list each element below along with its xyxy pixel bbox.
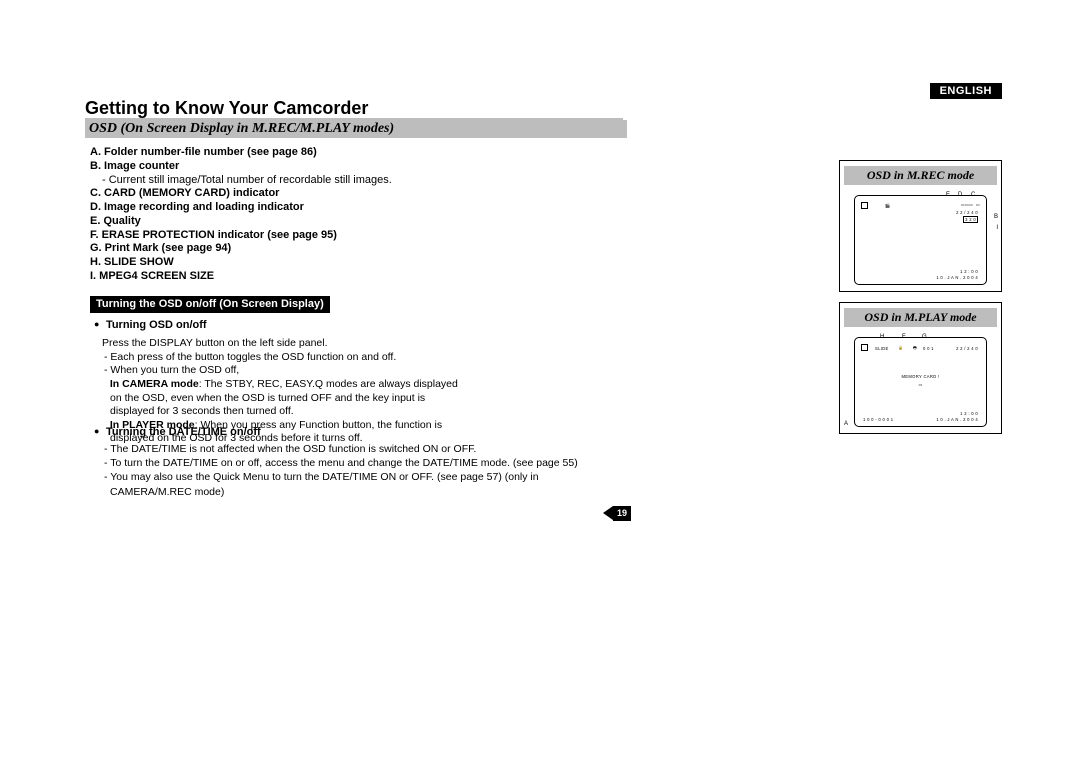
datetime-block: Turning the DATE/TIME on/off - The DATE/… (90, 420, 620, 499)
item-b: B. Image counter (90, 160, 470, 174)
mplay-panel: OSD in M.PLAY mode H F G SLIDE 🔒 🖶 0 0 1… (839, 302, 1002, 434)
mrec-title: OSD in M.REC mode (844, 166, 997, 185)
label-i: I (996, 225, 998, 231)
subsection-header: OSD (On Screen Display in M.REC/M.PLAY m… (85, 120, 627, 138)
mplay-folder: 1 0 0 - 0 0 0 1 (863, 417, 893, 422)
turning-osd-heading: Turning OSD on/off (90, 319, 470, 333)
item-a: A. Folder number-file number (see page 8… (90, 146, 470, 160)
osd-panels: OSD in M.REC mode E D C 🎬 ▭▭▭ ▭ 2 2 / 2 … (839, 160, 1002, 434)
mrec-size: 3 2 0 (963, 216, 978, 223)
item-f: F. ERASE PROTECTION indicator (see page … (90, 229, 470, 243)
datetime-paragraph: - The DATE/TIME is not affected when the… (90, 442, 620, 499)
card-icon: ▭▭▭ ▭ (961, 202, 980, 207)
manual-page: ENGLISH Getting to Know Your Camcorder O… (0, 0, 1080, 763)
mrec-counter: 2 2 / 2 4 0 (956, 210, 978, 215)
battery-icon (861, 344, 868, 351)
mplay-001: 0 0 1 (923, 346, 934, 351)
turning-datetime-label: Turning the DATE/TIME on/off (106, 426, 261, 438)
mplay-time: 1 2 : 0 0 (960, 411, 978, 416)
print-icon: 🖶 (913, 345, 917, 352)
page-number: 19 (613, 506, 631, 521)
lock-icon: 🔒 (898, 345, 903, 350)
mrec-panel: OSD in M.REC mode E D C 🎬 ▭▭▭ ▭ 2 2 / 2 … (839, 160, 1002, 292)
p4: In CAMERA mode: The STBY, REC, EASY.Q mo… (102, 378, 470, 419)
p4-lead: In CAMERA mode (110, 378, 199, 390)
p2: - Each press of the button toggles the O… (102, 351, 470, 365)
item-e: E. Quality (90, 215, 470, 229)
p3: - When you turn the OSD off, (102, 364, 470, 378)
mrec-screen: 🎬 ▭▭▭ ▭ 2 2 / 2 4 0 3 2 0 1 2 : 0 0 1 0 … (854, 195, 987, 285)
mplay-counter: 2 2 / 2 4 0 (956, 346, 978, 351)
label-a: A (844, 421, 848, 427)
mplay-memcard: MEMORY CARD ! (855, 374, 986, 379)
item-c: C. CARD (MEMORY CARD) indicator (90, 187, 470, 201)
language-tab: ENGLISH (930, 83, 1002, 99)
item-i: I. MPEG4 SCREEN SIZE (90, 270, 470, 284)
item-g: G. Print Mark (see page 94) (90, 242, 470, 256)
mplay-title: OSD in M.PLAY mode (844, 308, 997, 327)
item-b-sub: - Current still image/Total number of re… (90, 174, 470, 188)
turning-osd-label: Turning OSD on/off (106, 319, 207, 331)
mplay-date: 1 0 . J A N . 2 0 0 4 (936, 417, 978, 422)
indicator-list: A. Folder number-file number (see page 8… (90, 146, 470, 446)
card-center-icon: ▭ (855, 382, 986, 387)
page-number-arrow (603, 506, 613, 520)
battery-icon (861, 202, 868, 209)
item-h: H. SLIDE SHOW (90, 256, 470, 270)
mplay-screen: SLIDE 🔒 🖶 0 0 1 2 2 / 2 4 0 MEMORY CARD … (854, 337, 987, 427)
rec-dot-icon: 🎬 (885, 203, 890, 208)
box-header: Turning the OSD on/off (On Screen Displa… (90, 296, 330, 314)
b1: - The DATE/TIME is not affected when the… (102, 442, 620, 456)
b2: - To turn the DATE/TIME on or off, acces… (102, 456, 620, 470)
mplay-slide: SLIDE (875, 346, 889, 351)
turning-datetime-heading: Turning the DATE/TIME on/off (90, 426, 620, 438)
p1: Press the DISPLAY button on the left sid… (102, 337, 328, 349)
mrec-time: 1 2 : 0 0 (960, 269, 978, 274)
page-title: Getting to Know Your Camcorder (85, 98, 368, 119)
b3: - You may also use the Quick Menu to tur… (102, 470, 620, 498)
item-d: D. Image recording and loading indicator (90, 201, 470, 215)
label-b: B (994, 214, 998, 220)
mrec-date: 1 0 . J A N . 2 0 0 4 (936, 275, 978, 280)
